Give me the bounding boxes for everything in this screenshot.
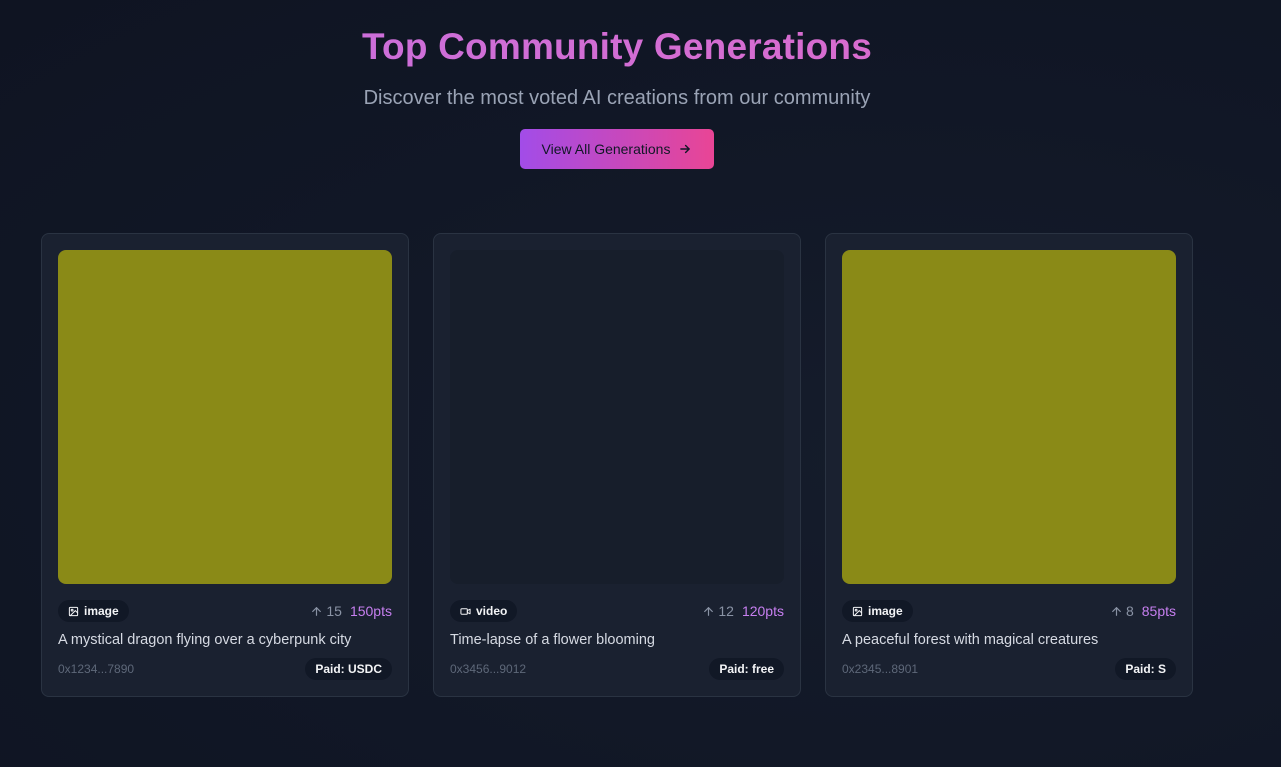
- generation-card[interactable]: video 12 120pts Time-lapse of a flower b…: [433, 233, 801, 697]
- generation-image[interactable]: [842, 250, 1176, 584]
- creator-address: 0x2345...8901: [842, 662, 919, 676]
- arrow-right-icon: [680, 144, 691, 154]
- creator-address: 0x1234...7890: [58, 662, 135, 676]
- generation-image[interactable]: [58, 250, 392, 584]
- card-footer: 0x3456...9012 Paid: free: [450, 658, 784, 680]
- type-label: video: [476, 604, 508, 618]
- page-title: Top Community Generations: [0, 26, 1234, 68]
- arrow-up-icon: [1112, 606, 1121, 616]
- card-footer: 0x2345...8901 Paid: S: [842, 658, 1176, 680]
- upvote-control[interactable]: 8: [1110, 603, 1134, 619]
- points-value: 120pts: [741, 603, 784, 619]
- card-footer: 0x1234...7890 Paid: USDC: [58, 658, 392, 680]
- points-value: 85pts: [1141, 603, 1176, 619]
- image-icon: [852, 606, 863, 616]
- arrow-up-icon: [312, 606, 322, 616]
- view-all-generations-button[interactable]: View All Generations: [520, 129, 714, 169]
- generation-prompt: Time-lapse of a flower blooming: [450, 632, 655, 648]
- generation-card[interactable]: image 15 150pts A mystical dragon flying…: [41, 233, 409, 697]
- page-subtitle: Discover the most voted AI creations fro…: [363, 87, 871, 109]
- card-meta-row: video 12 120pts: [450, 600, 784, 622]
- type-label: image: [84, 604, 119, 618]
- card-stats: 15 150pts: [310, 603, 392, 619]
- points-value: 150pts: [349, 603, 392, 619]
- arrow-up-icon: [704, 606, 714, 616]
- card-meta-row: image 8 85pts: [842, 600, 1176, 622]
- creator-address: 0x3456...9012: [450, 662, 527, 676]
- payment-badge: Paid: USDC: [305, 658, 392, 680]
- generation-video[interactable]: [450, 250, 784, 584]
- payment-badge: Paid: free: [709, 658, 784, 680]
- type-badge: video: [450, 600, 518, 622]
- generation-card[interactable]: image 8 85pts A peaceful forest with mag…: [825, 233, 1193, 697]
- type-label: image: [868, 604, 903, 618]
- vote-count: 8: [1125, 603, 1134, 619]
- type-badge: image: [58, 600, 129, 622]
- image-icon: [68, 606, 79, 616]
- video-icon: [460, 607, 471, 615]
- payment-badge: Paid: S: [1115, 658, 1176, 680]
- card-stats: 8 85pts: [1110, 603, 1176, 619]
- vote-count: 15: [326, 603, 342, 619]
- vote-count: 12: [718, 603, 734, 619]
- upvote-control[interactable]: 15: [310, 603, 342, 619]
- type-badge: image: [842, 600, 913, 622]
- generation-prompt: A mystical dragon flying over a cyberpun…: [58, 632, 352, 648]
- generation-prompt: A peaceful forest with magical creatures: [842, 632, 1099, 648]
- upvote-control[interactable]: 12: [702, 603, 734, 619]
- card-meta-row: image 15 150pts: [58, 600, 392, 622]
- card-stats: 12 120pts: [702, 603, 784, 619]
- view-all-generations-label: View All Generations: [541, 141, 671, 157]
